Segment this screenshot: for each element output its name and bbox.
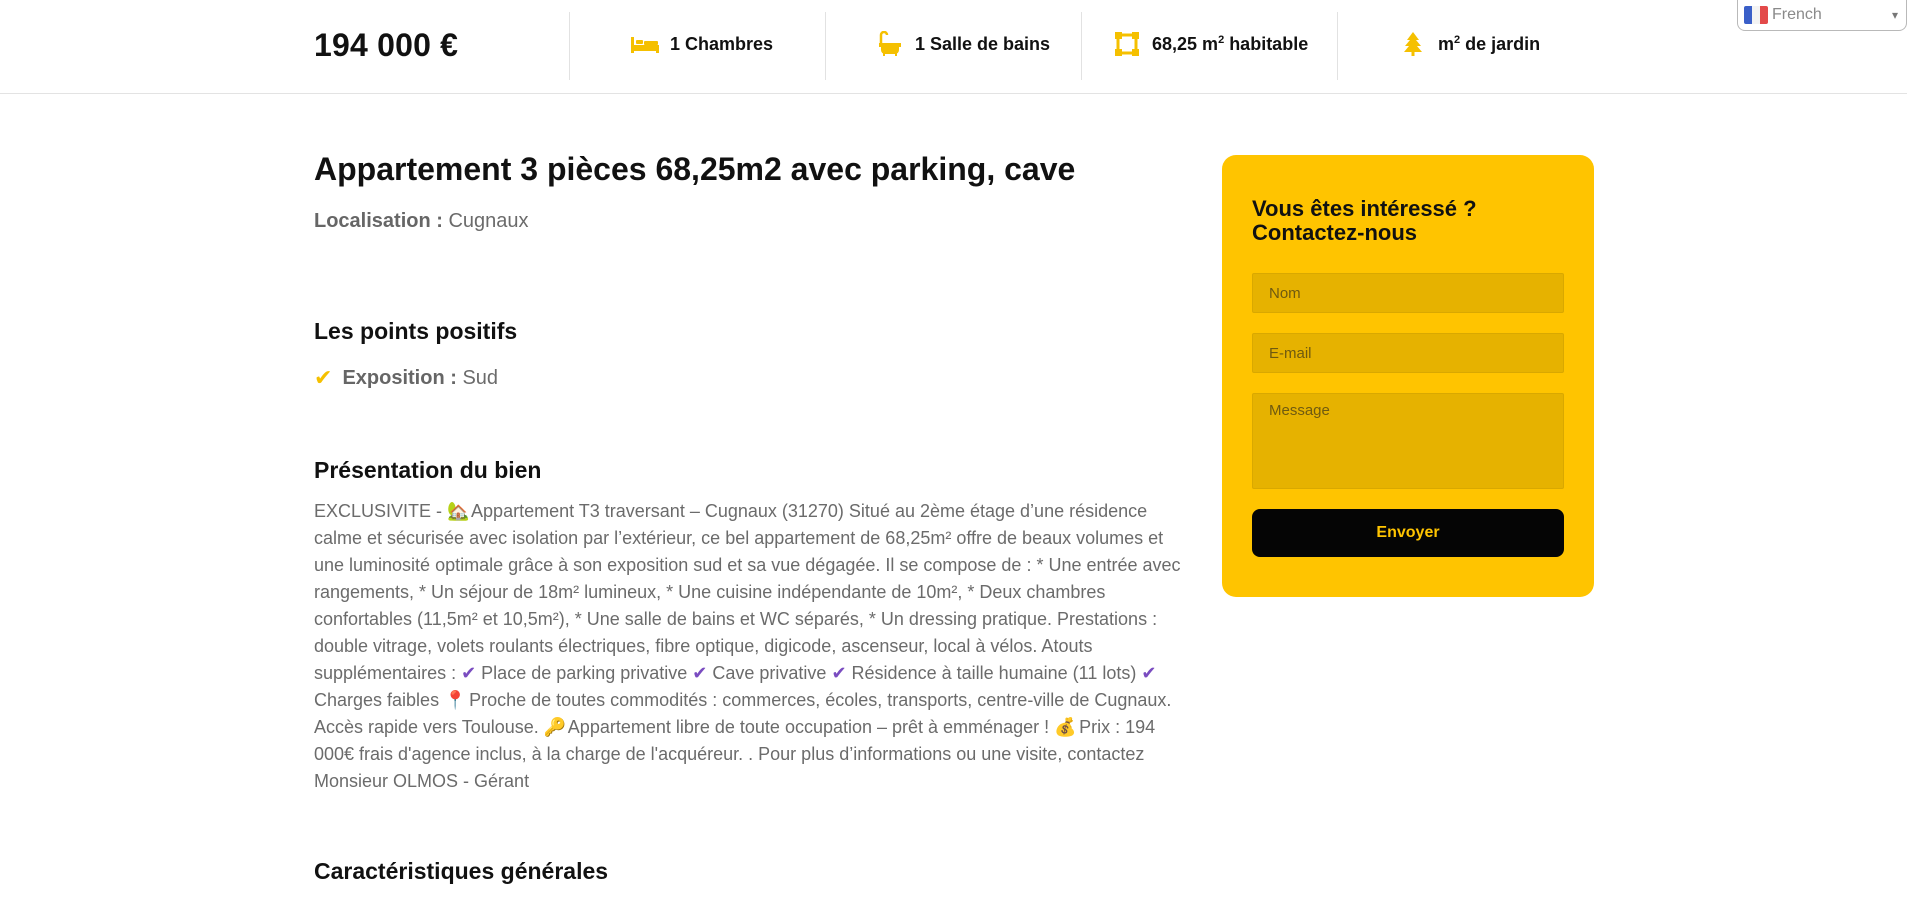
- bathtub-icon: [875, 30, 905, 58]
- house-icon: 🏡: [447, 501, 470, 521]
- bathrooms-stat: 1 Salle de bains: [875, 30, 1050, 58]
- presentation-text: EXCLUSIVITE - 🏡 Appartement T3 traversan…: [314, 498, 1184, 795]
- location-value: Cugnaux: [442, 210, 529, 233]
- check-icon: ✔: [831, 663, 847, 683]
- price: 194 000 €: [314, 27, 459, 63]
- positive-item: ✔ Exposition : Sud: [314, 365, 498, 391]
- bedrooms-stat: 1 Chambres: [630, 30, 773, 58]
- positive-label: Exposition :: [342, 366, 457, 389]
- listing-details: Appartement 3 pièces 68,25m2 avec parkin…: [314, 150, 1184, 884]
- divider: [569, 12, 570, 80]
- garden-stat: m2 de jardin: [1398, 30, 1540, 58]
- divider: [1081, 12, 1082, 80]
- characteristics-title: Caractéristiques générales: [314, 858, 609, 884]
- language-selector[interactable]: French ▾: [1737, 0, 1907, 31]
- check-icon: ✔: [1141, 663, 1157, 683]
- living-area-stat: 68,25 m2 habitable: [1112, 30, 1308, 58]
- location: Localisation : Cugnaux: [314, 210, 1184, 233]
- contact-title: Vous êtes intéressé ? Contactez-nous: [1252, 196, 1477, 245]
- bedrooms-label: 1 Chambres: [670, 33, 774, 54]
- checkmark-icon: ✔: [314, 365, 333, 390]
- living-area-label: 68,25 m2 habitable: [1152, 33, 1309, 54]
- area-icon: [1112, 30, 1142, 58]
- language-selected: French: [1772, 6, 1822, 23]
- french-flag-icon: [1744, 6, 1768, 24]
- email-field[interactable]: [1252, 333, 1564, 373]
- check-icon: ✔: [461, 663, 477, 683]
- bathrooms-label: 1 Salle de bains: [915, 33, 1051, 54]
- key-icon: 🔑: [543, 717, 567, 737]
- divider: [1337, 12, 1338, 80]
- pin-icon: 📍: [444, 690, 467, 710]
- bed-icon: [630, 30, 660, 58]
- divider: [825, 12, 826, 80]
- message-field[interactable]: [1252, 393, 1564, 489]
- contact-form-card: Vous êtes intéressé ?Contactez-nous Envo…: [1222, 155, 1594, 597]
- money-bag-icon: 💰: [1054, 717, 1077, 737]
- send-button[interactable]: Envoyer: [1252, 509, 1564, 557]
- positive-value: Sud: [456, 366, 499, 389]
- tree-icon: [1398, 30, 1428, 58]
- chevron-down-icon: ▾: [1891, 8, 1898, 22]
- location-label: Localisation :: [314, 210, 443, 233]
- garden-label: m2 de jardin: [1438, 33, 1541, 54]
- listing-title: Appartement 3 pièces 68,25m2 avec parkin…: [314, 151, 1076, 187]
- check-icon: ✔: [692, 663, 708, 683]
- name-field[interactable]: [1252, 273, 1564, 313]
- positives-title: Les points positifs: [314, 318, 518, 344]
- presentation-title: Présentation du bien: [314, 457, 542, 483]
- property-summary-bar: 194 000 € 1 Chambres 1 Salle de bains 68…: [0, 0, 1907, 94]
